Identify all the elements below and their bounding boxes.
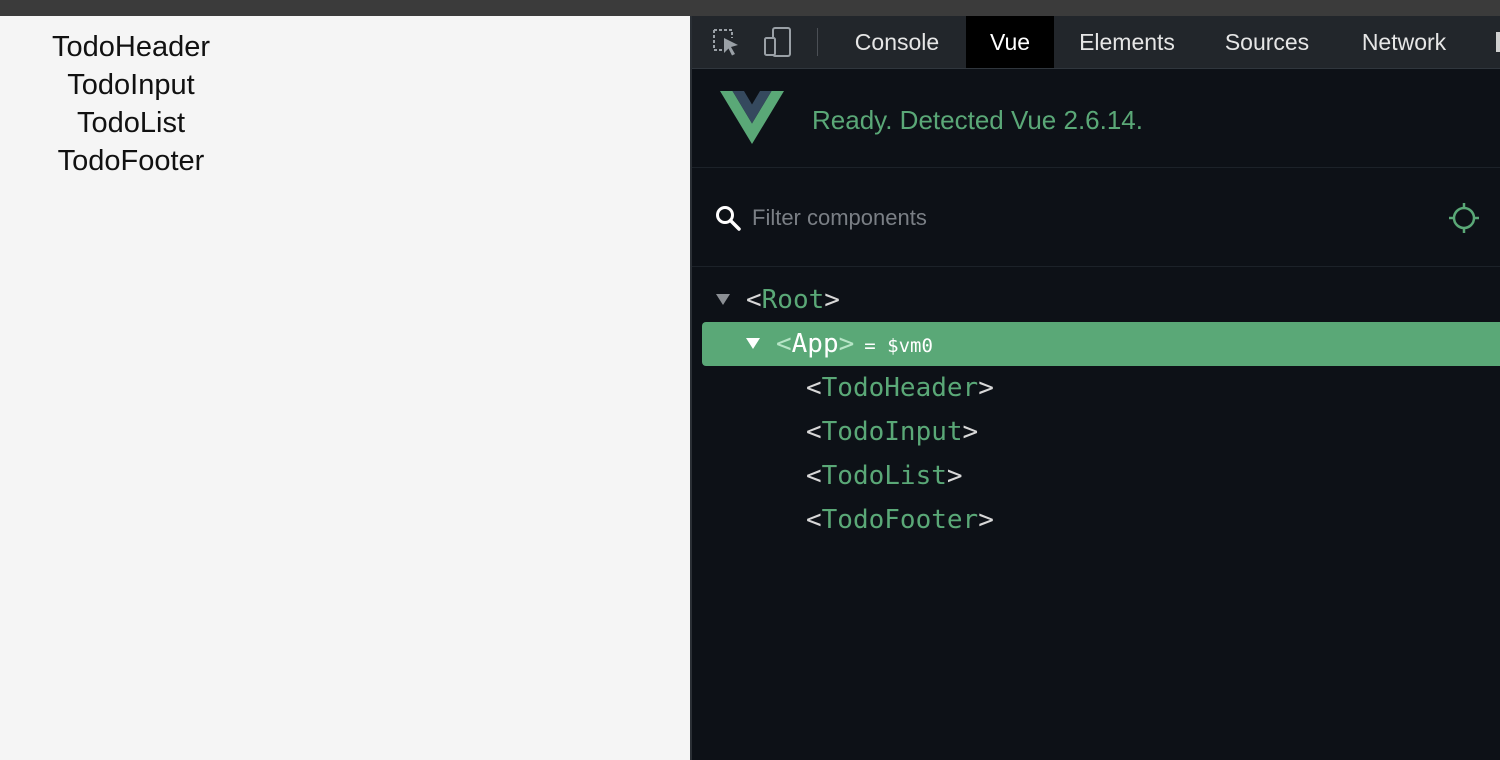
expand-arrow-icon[interactable] — [716, 294, 730, 305]
vue-devtools-header: Ready. Detected Vue 2.6.14. — [692, 69, 1500, 168]
component-tag-name: TodoInput — [821, 417, 963, 447]
component-tag-name: TodoFooter — [821, 505, 979, 535]
vm-reference: = $vm0 — [864, 335, 933, 357]
root-tag-name: Root — [761, 285, 825, 315]
inspect-element-icon[interactable] — [710, 26, 742, 58]
tree-node-app[interactable]: <App> = $vm0 — [702, 322, 1500, 366]
devtools-tab-bar: Console Vue Elements Sources Network — [692, 16, 1500, 69]
todo-list-text: TodoList — [76, 107, 185, 139]
app-tag-name: App — [791, 329, 839, 359]
todo-header-text: TodoHeader — [52, 31, 210, 63]
tab-console[interactable]: Console — [832, 16, 962, 68]
filter-components-input[interactable] — [750, 198, 1414, 238]
search-icon — [716, 206, 741, 231]
more-tabs-indicator[interactable] — [1496, 32, 1500, 52]
select-component-icon[interactable] — [1448, 202, 1480, 234]
expand-arrow-icon[interactable] — [746, 338, 760, 349]
tree-node-todoinput[interactable]: <TodoInput> — [692, 410, 1500, 454]
device-toolbar-icon[interactable] — [762, 26, 794, 58]
app-page-viewport: TodoHeader TodoInput TodoList TodoFooter — [0, 16, 690, 760]
tab-vue[interactable]: Vue — [966, 16, 1054, 68]
todo-footer-text: TodoFooter — [57, 145, 205, 177]
tree-node-root[interactable]: <Root> — [692, 278, 1500, 322]
component-tag-name: TodoList — [821, 461, 947, 491]
todo-input-text: TodoInput — [67, 69, 195, 101]
vue-logo-icon — [720, 91, 784, 144]
tab-sources[interactable]: Sources — [1204, 16, 1330, 68]
devtools-panel: Console Vue Elements Sources Network Rea… — [692, 16, 1500, 760]
tree-node-todofooter[interactable]: <TodoFooter> — [692, 498, 1500, 542]
tree-node-todoheader[interactable]: <TodoHeader> — [692, 366, 1500, 410]
tree-node-todolist[interactable]: <TodoList> — [692, 454, 1500, 498]
vue-status-text: Ready. Detected Vue 2.6.14. — [812, 105, 1143, 135]
toolbar-separator — [817, 28, 818, 56]
tab-elements[interactable]: Elements — [1060, 16, 1194, 68]
tab-network[interactable]: Network — [1340, 16, 1468, 68]
window-top-bar — [0, 0, 1500, 16]
component-filter-bar — [692, 168, 1500, 267]
component-tag-name: TodoHeader — [821, 373, 979, 403]
